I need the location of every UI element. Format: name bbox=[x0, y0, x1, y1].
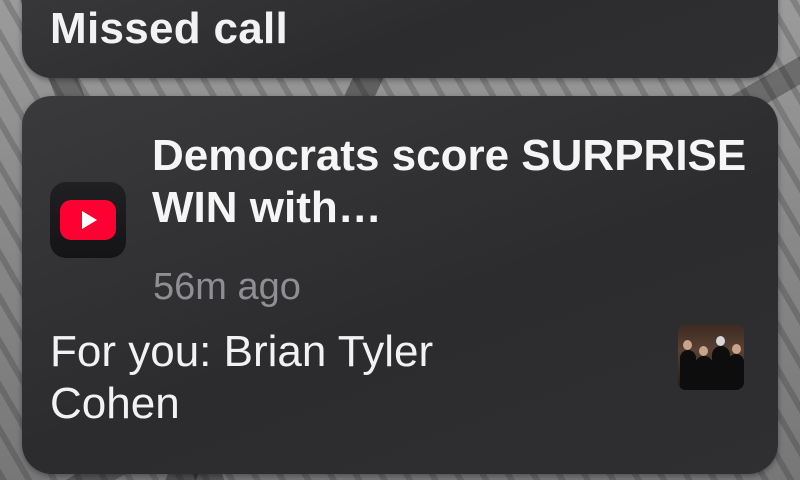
notification-headline: Democrats score SURPRISE WIN with… bbox=[152, 131, 747, 232]
youtube-app-icon bbox=[50, 182, 126, 258]
youtube-notification[interactable]: Democrats score SURPRISE WIN with… 56m a… bbox=[22, 96, 778, 474]
notification-timestamp: 56m ago bbox=[153, 266, 301, 308]
notification-title: Missed call bbox=[50, 4, 289, 53]
video-thumbnail bbox=[678, 324, 744, 390]
missed-call-notification[interactable]: Missed call bbox=[22, 0, 778, 78]
notification-body: For you: Brian Tyler Cohen bbox=[50, 327, 434, 428]
youtube-icon bbox=[60, 200, 116, 240]
